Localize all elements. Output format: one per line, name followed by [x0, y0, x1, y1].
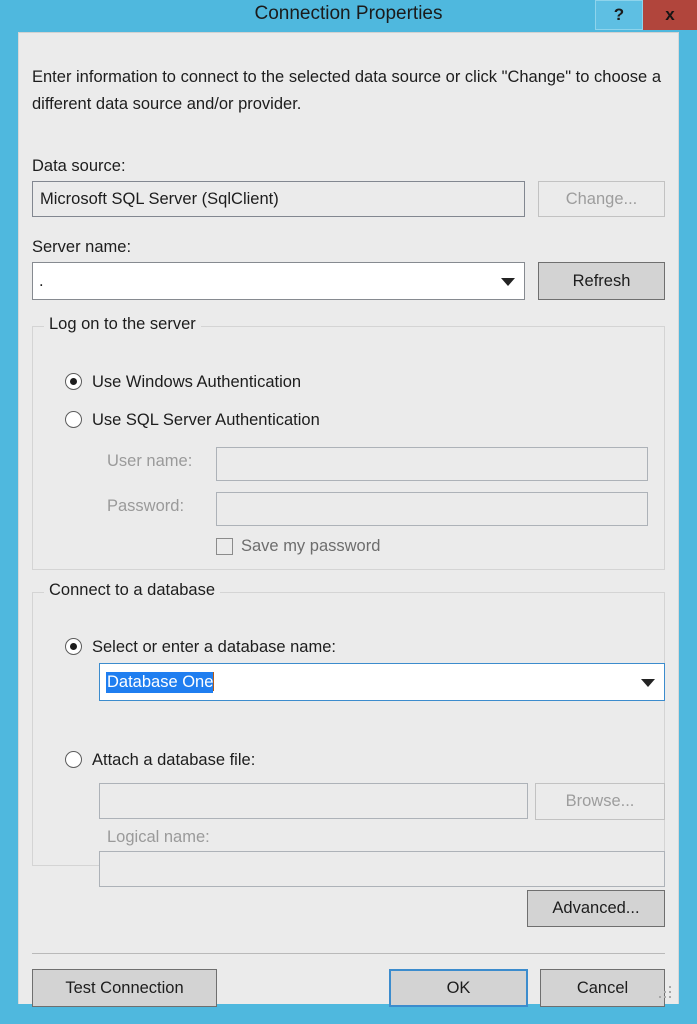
server-name-value: .	[39, 272, 44, 290]
save-password-label: Save my password	[241, 537, 381, 555]
data-source-label: Data source:	[32, 157, 126, 175]
logical-name-label: Logical name:	[107, 828, 210, 846]
password-input[interactable]	[216, 492, 648, 526]
server-name-label: Server name:	[32, 238, 132, 256]
checkbox-unchecked-icon	[216, 538, 233, 555]
database-file-input[interactable]	[99, 783, 528, 819]
resize-grip-icon[interactable]	[659, 986, 673, 1000]
radio-select-database-label: Select or enter a database name:	[92, 638, 336, 656]
password-label: Password:	[107, 497, 185, 515]
server-name-combo[interactable]: .	[32, 262, 525, 300]
test-connection-button[interactable]: Test Connection	[32, 969, 217, 1007]
intro-text: Enter information to connect to the sele…	[32, 68, 661, 113]
footer-separator	[32, 953, 665, 954]
close-button[interactable]: x	[643, 0, 697, 30]
change-button[interactable]: Change...	[538, 181, 665, 217]
titlebar[interactable]: Connection Properties ? x	[0, 0, 697, 32]
user-name-label: User name:	[107, 452, 193, 470]
radio-sql-auth-label: Use SQL Server Authentication	[92, 411, 320, 429]
data-source-value: Microsoft SQL Server (SqlClient)	[32, 181, 525, 217]
refresh-button[interactable]: Refresh	[538, 262, 665, 300]
radio-unselected-icon	[65, 411, 82, 428]
radio-attach-database-label: Attach a database file:	[92, 751, 256, 769]
database-group: Connect to a database Select or enter a …	[32, 581, 665, 887]
text-caret	[213, 672, 215, 691]
connection-properties-dialog: Connection Properties ? x Enter informat…	[0, 0, 697, 1024]
help-button[interactable]: ?	[595, 0, 643, 30]
dialog-body: Enter information to connect to the sele…	[18, 32, 679, 1007]
radio-windows-auth-label: Use Windows Authentication	[92, 373, 302, 391]
logon-group: Log on to the server Use Windows Authent…	[32, 315, 665, 570]
window-title: Connection Properties	[254, 3, 443, 24]
radio-selected-icon	[65, 373, 82, 390]
radio-unselected-icon	[65, 751, 82, 768]
cancel-button[interactable]: Cancel	[540, 969, 665, 1007]
user-name-input[interactable]	[216, 447, 648, 481]
chevron-down-icon	[641, 679, 655, 687]
chevron-down-icon	[501, 278, 515, 286]
logon-group-title: Log on to the server	[44, 315, 201, 334]
advanced-button[interactable]: Advanced...	[527, 890, 665, 927]
ok-button[interactable]: OK	[389, 969, 528, 1007]
database-name-value[interactable]: Database One	[106, 672, 214, 693]
logical-name-input[interactable]	[99, 851, 665, 887]
database-name-combo[interactable]: Database One	[99, 663, 665, 701]
browse-button[interactable]: Browse...	[535, 783, 665, 820]
radio-selected-icon	[65, 638, 82, 655]
database-group-title: Connect to a database	[44, 581, 221, 600]
